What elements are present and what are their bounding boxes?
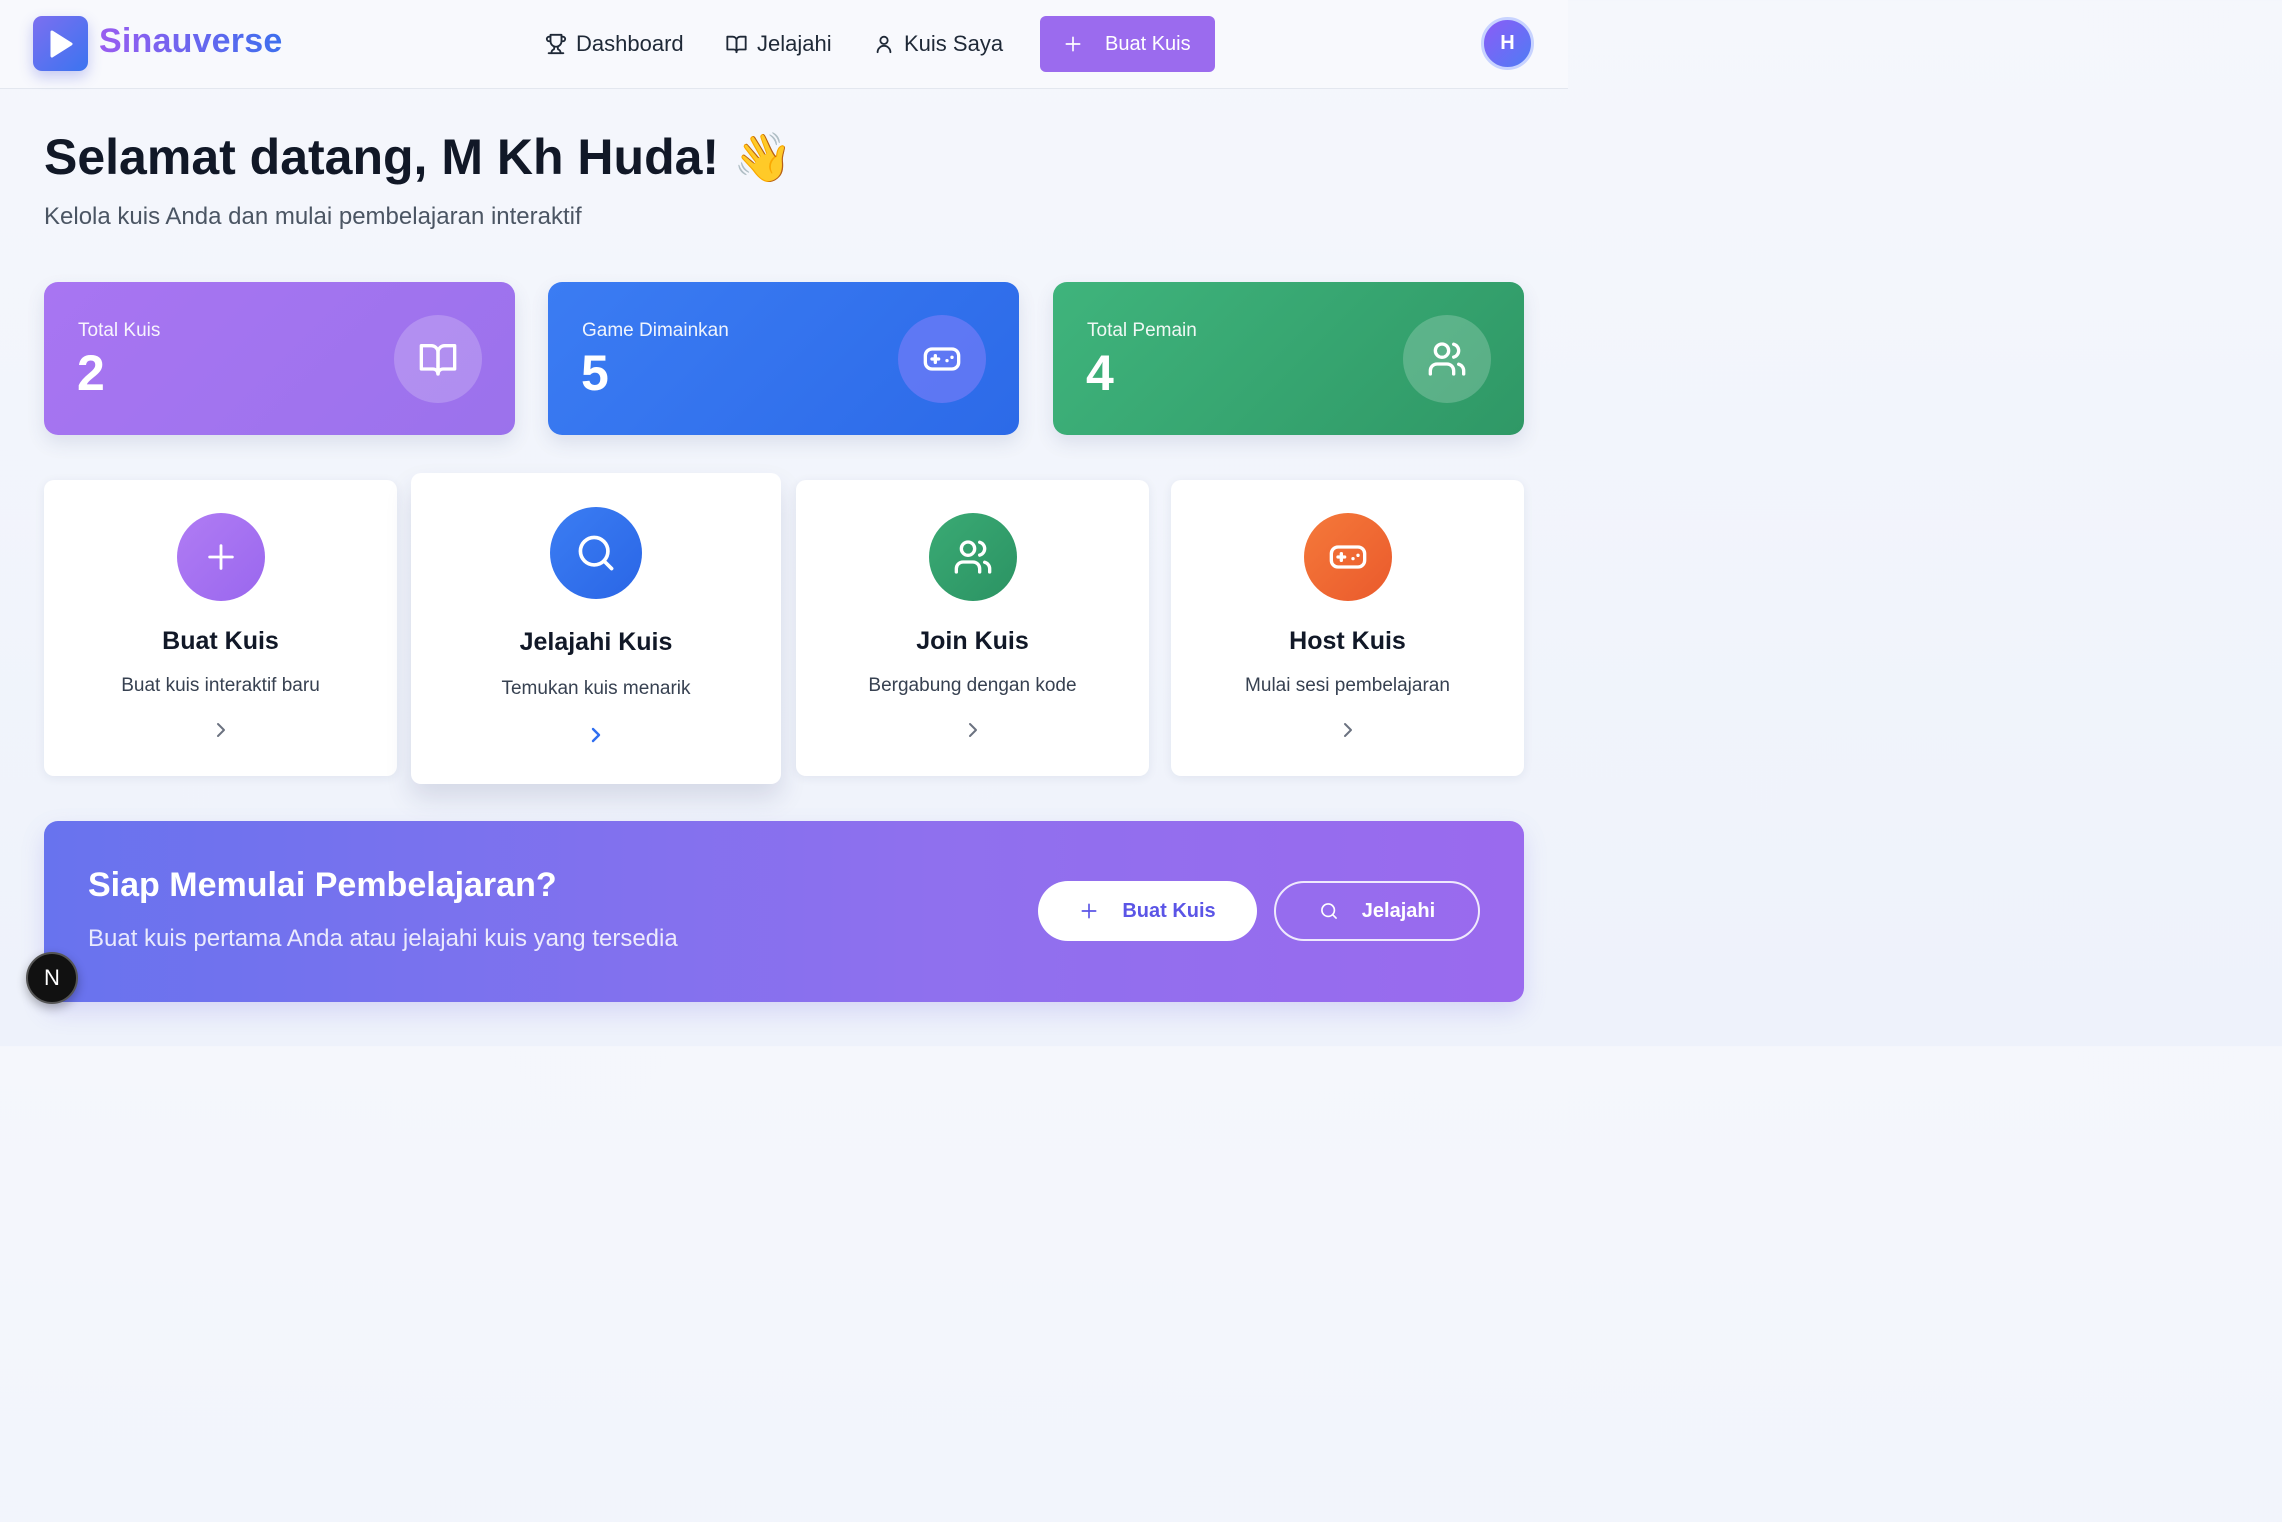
nextjs-dev-badge[interactable]: N [26,952,78,1004]
brand-name[interactable]: Sinauverse [99,22,282,61]
nav-kuis-saya-label: Kuis Saya [904,31,1004,56]
stat-card-game-dimainkan: Game Dimainkan 5 [548,282,1019,435]
card-title: Join Kuis [916,627,1029,655]
cta-explore-button[interactable]: Jelajahi [1274,881,1480,941]
trophy-icon [545,33,567,55]
stat-value: 2 [77,345,105,401]
action-card-host-kuis[interactable]: Host Kuis Mulai sesi pembelajaran [1171,480,1524,776]
card-title: Jelajahi Kuis [519,628,673,656]
users-icon [928,513,1017,601]
card-description: Buat kuis interaktif baru [121,675,320,696]
book-open-icon [394,315,482,403]
book-open-icon [726,35,747,54]
plus-icon [1081,903,1097,919]
card-title: Host Kuis [1289,627,1406,655]
top-navbar: Sinauverse Dashboard Jelajahi Kuis Saya … [0,0,1568,89]
plus-icon [1065,36,1081,52]
stat-value: 4 [1086,345,1114,401]
nav-dashboard[interactable]: Dashboard [545,29,684,59]
waving-hand-emoji: 👋 [733,131,793,185]
stat-label: Game Dimainkan [582,320,729,341]
nav-dashboard-label: Dashboard [576,31,684,56]
header-create-quiz-button[interactable]: Buat Kuis [1040,16,1215,72]
chevron-right-icon [216,723,225,737]
welcome-subtitle: Kelola kuis Anda dan mulai pembelajaran … [44,203,582,230]
user-icon [876,35,892,54]
cta-create-quiz-button[interactable]: Buat Kuis [1038,881,1257,941]
welcome-title-text: Selamat datang, M Kh Huda! [44,129,720,185]
action-card-buat-kuis[interactable]: Buat Kuis Buat kuis interaktif baru [44,480,397,776]
cta-subtitle: Buat kuis pertama Anda atau jelajahi kui… [88,925,678,952]
gamepad-icon [898,315,986,403]
plus-icon [176,513,265,601]
stat-label: Total Kuis [78,320,161,341]
action-card-join-kuis[interactable]: Join Kuis Bergabung dengan kode [796,480,1149,776]
gamepad-icon [1303,513,1392,601]
action-card-jelajahi-kuis[interactable]: Jelajahi Kuis Temukan kuis menarik [411,473,781,784]
cta-title: Siap Memulai Pembelajaran? [88,866,557,904]
card-description: Temukan kuis menarik [501,678,691,699]
stat-label: Total Pemain [1087,320,1197,341]
card-description: Mulai sesi pembelajaran [1245,675,1450,696]
search-icon [550,507,642,599]
header-create-quiz-label: Buat Kuis [1105,32,1191,55]
cta-banner: Siap Memulai Pembelajaran? Buat kuis per… [44,821,1524,1002]
nav-jelajahi[interactable]: Jelajahi [725,29,832,59]
card-description: Bergabung dengan kode [868,675,1077,696]
cta-create-quiz-label: Buat Kuis [1122,899,1216,922]
card-title: Buat Kuis [162,627,279,655]
nav-jelajahi-label: Jelajahi [757,31,832,56]
chevron-right-icon [1343,723,1352,737]
nav-kuis-saya[interactable]: Kuis Saya [873,29,1003,59]
stat-card-total-kuis: Total Kuis 2 [44,282,515,435]
logo-play-icon[interactable] [33,16,88,71]
stat-value: 5 [581,345,609,401]
user-avatar[interactable]: H [1481,17,1534,70]
search-icon [1320,903,1337,919]
chevron-right-icon [591,727,601,743]
users-icon [1403,315,1491,403]
chevron-right-icon [968,723,977,737]
welcome-heading: Selamat datang, M Kh Huda! 👋 [44,128,793,186]
stat-card-total-pemain: Total Pemain 4 [1053,282,1524,435]
cta-explore-label: Jelajahi [1361,899,1436,922]
